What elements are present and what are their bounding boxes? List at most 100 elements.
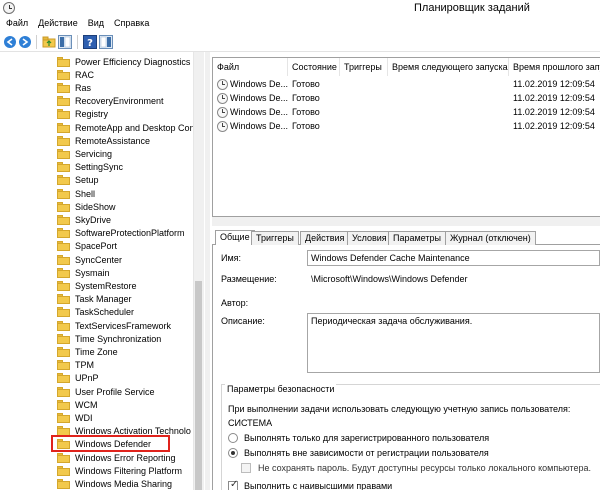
tree-item[interactable]: SettingSync	[57, 161, 123, 174]
folder-icon	[57, 122, 70, 133]
toolbar-separator	[77, 35, 78, 49]
tree-item[interactable]: SystemRestore	[57, 279, 137, 292]
tab-history[interactable]: Журнал (отключен)	[445, 231, 536, 245]
tree-item-label: Task Manager	[75, 294, 132, 305]
column-header-next-run[interactable]: Время следующего запуска	[388, 58, 509, 76]
task-row[interactable]: Windows De... Готово 11.02.2019 12:09:54	[213, 106, 600, 120]
tree-item-label: WDI	[75, 412, 93, 423]
tree-item[interactable]: UPnP	[57, 372, 99, 385]
folder-up-icon[interactable]	[42, 35, 56, 49]
tree-item[interactable]: RAC	[57, 68, 94, 81]
radio-run-only-logged-on[interactable]	[228, 433, 238, 443]
tab-general[interactable]: Общие	[215, 230, 255, 246]
tree-item[interactable]: TPM	[57, 359, 94, 372]
task-row[interactable]: Windows De... Готово 11.02.2019 12:09:54	[213, 92, 600, 106]
clock-icon	[217, 107, 228, 118]
help-icon[interactable]: ?	[83, 35, 97, 49]
action-pane-icon[interactable]	[99, 35, 113, 49]
tree-item-label: SystemRestore	[75, 280, 137, 291]
folder-icon	[57, 452, 70, 463]
tree-item[interactable]: SpacePort	[57, 240, 117, 253]
run-as-account: СИСТЕМА	[228, 418, 273, 428]
tree-item[interactable]: Ras	[57, 81, 91, 94]
tree-item[interactable]: TaskScheduler	[57, 306, 134, 319]
column-header-last-run[interactable]: Время прошлого запу	[509, 58, 600, 76]
arrow-right-icon[interactable]	[18, 35, 32, 49]
tree-item[interactable]: Windows Media Sharing	[57, 477, 172, 490]
name-label: Имя:	[221, 253, 242, 263]
task-last-run-cell: 11.02.2019 12:09:54	[513, 107, 595, 117]
tree-item[interactable]: RemoteApp and Desktop Con	[57, 121, 195, 134]
tree-item[interactable]: Windows Filtering Platform	[57, 464, 182, 477]
tree-item[interactable]: Power Efficiency Diagnostics	[57, 55, 190, 68]
tree-item[interactable]: Task Manager	[57, 293, 132, 306]
tree-item-label: SettingSync	[75, 162, 124, 173]
tree-item[interactable]: Registry	[57, 108, 108, 121]
task-status-cell: Готово	[292, 107, 320, 117]
menu-help[interactable]: Справка	[110, 16, 153, 32]
tree-item[interactable]: Sysmain	[57, 266, 110, 279]
tree-item-label: Time Synchronization	[75, 333, 162, 344]
tree-item[interactable]: Time Zone	[57, 345, 118, 358]
tree-item[interactable]: SkyDrive	[57, 213, 111, 226]
toolbar-separator	[36, 35, 37, 49]
console-tree-icon[interactable]	[58, 35, 72, 49]
tree-item[interactable]: Windows Error Reporting	[57, 451, 176, 464]
task-last-run-cell: 11.02.2019 12:09:54	[513, 79, 595, 89]
checkbox-do-not-store-password-label: Не сохранять пароль. Будут доступны ресу…	[258, 463, 591, 473]
tree-item[interactable]: TextServicesFramework	[57, 319, 171, 332]
tab-settings[interactable]: Параметры	[388, 231, 446, 245]
task-list-splitter[interactable]	[212, 217, 600, 226]
folder-icon	[57, 412, 70, 423]
column-header-status[interactable]: Состояние	[288, 58, 340, 76]
radio-run-only-logged-on-label: Выполнять только для зарегистрированного…	[244, 433, 490, 443]
column-header-triggers[interactable]: Триггеры	[340, 58, 388, 76]
tab-conditions[interactable]: Условия	[347, 231, 392, 245]
folder-icon	[57, 254, 70, 265]
pane-splitter[interactable]	[205, 52, 210, 490]
location-value: \Microsoft\Windows\Windows Defender	[311, 274, 468, 284]
tree-item[interactable]: Time Synchronization	[57, 332, 161, 345]
tree-item-label: RemoteApp and Desktop Con	[75, 122, 195, 133]
radio-run-whether-logged-on[interactable]	[228, 448, 238, 458]
tree-item[interactable]: RecoveryEnvironment	[57, 95, 164, 108]
tree-item[interactable]: SoftwareProtectionPlatform	[57, 227, 185, 240]
task-row[interactable]: Windows De... Готово 11.02.2019 12:09:54	[213, 78, 600, 92]
arrow-left-icon[interactable]	[3, 35, 17, 49]
description-label: Описание:	[221, 316, 265, 326]
checkbox-do-not-store-password[interactable]	[241, 463, 251, 473]
folder-icon	[57, 360, 70, 371]
task-name-cell: Windows De...	[230, 93, 289, 103]
tree-item[interactable]: WDI	[57, 411, 93, 424]
folder-icon	[57, 228, 70, 239]
menu-action[interactable]: Действие	[34, 16, 82, 32]
tree-item-label: User Profile Service	[75, 386, 155, 397]
folder-icon	[57, 69, 70, 80]
tab-triggers[interactable]: Триггеры	[251, 231, 299, 245]
tree-item[interactable]: Shell	[57, 187, 95, 200]
tree-item[interactable]: Servicing	[57, 147, 112, 160]
checkbox-run-highest-privileges[interactable]	[228, 479, 238, 490]
task-row[interactable]: Windows De... Готово 11.02.2019 12:09:54	[213, 120, 600, 134]
menu-file[interactable]: Файл	[2, 16, 32, 32]
menu-view[interactable]: Вид	[84, 16, 108, 32]
tree-item[interactable]: User Profile Service	[57, 385, 155, 398]
checkbox-run-highest-privileges-label: Выполнить с наивысшими правами	[244, 481, 393, 490]
tree-item[interactable]: RemoteAssistance	[57, 134, 150, 147]
tree-item[interactable]: WCM	[57, 398, 98, 411]
folder-icon	[57, 333, 70, 344]
tab-actions[interactable]: Действия	[300, 231, 350, 245]
description-field[interactable]: Периодическая задача обслуживания.	[307, 313, 600, 373]
folder-icon	[57, 201, 70, 212]
column-header-file[interactable]: Файл	[213, 58, 288, 76]
name-field[interactable]: Windows Defender Cache Maintenance	[307, 250, 600, 266]
tree-item[interactable]: Setup	[57, 174, 99, 187]
tree-item-label: Ras	[75, 82, 92, 93]
tree-item[interactable]: SyncCenter	[57, 253, 122, 266]
tree-item[interactable]: SideShow	[57, 200, 116, 213]
toolbar: ?	[0, 32, 600, 52]
tree-item-label: UPnP	[75, 373, 99, 384]
tree-item-label: Windows Filtering Platform	[75, 465, 183, 476]
security-options-title: Параметры безопасности	[225, 384, 337, 394]
tree-scrollbar-thumb[interactable]	[195, 281, 202, 490]
